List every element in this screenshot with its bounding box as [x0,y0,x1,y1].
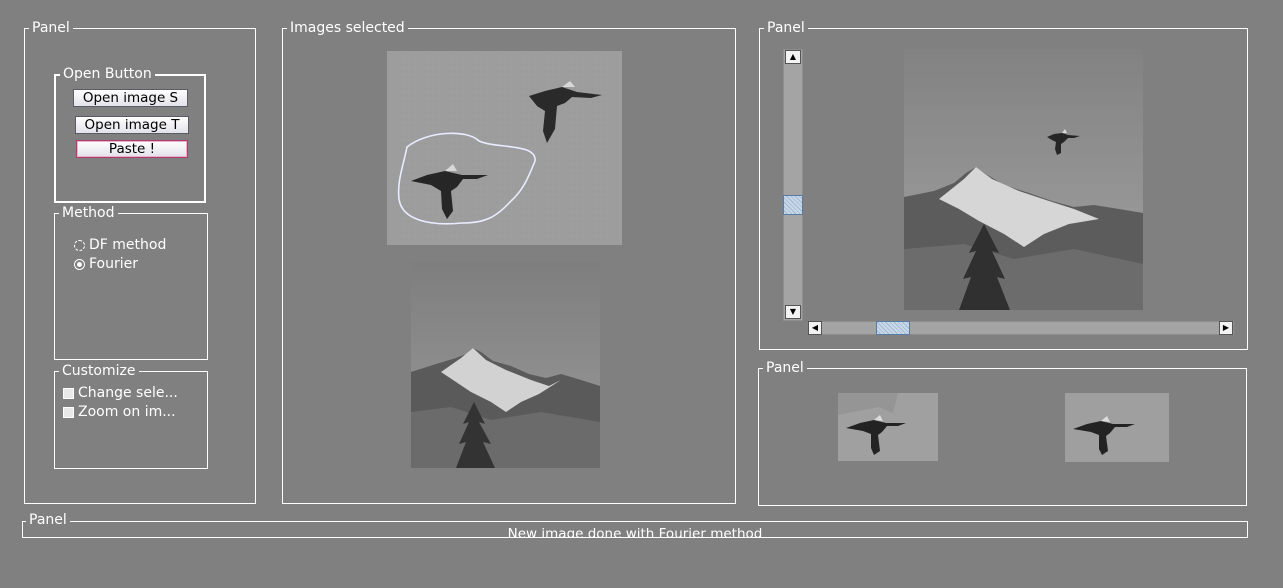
vertical-scroll-thumb[interactable] [783,195,803,215]
paste-button[interactable]: Paste ! [76,140,188,158]
checkbox-icon[interactable] [63,407,74,418]
open-button-group-title: Open Button [60,65,155,83]
result-image[interactable] [904,49,1143,310]
preview-panel: Panel ▲ ▼ ◀ ▶ [759,19,1248,350]
thumbnails-panel: Panel [758,359,1247,506]
left-arrow-icon: ◀ [811,323,819,332]
radio-df-method-label: DF method [89,237,167,253]
customize-group: Customize Change sele... Zoom on im... [54,362,208,469]
radio-fourier-label: Fourier [89,256,139,272]
images-selected-panel: Images selected [282,19,736,504]
mountain-image-svg [411,262,600,468]
status-panel: Panel New image done with Fourier method [22,521,1248,538]
goose-thumbnail-1[interactable] [838,393,938,461]
images-selected-title: Images selected [287,19,408,37]
up-arrow-icon: ▲ [789,52,797,61]
left-panel: Panel Open Button Open image S Open imag… [24,19,256,504]
radio-button-selected-icon[interactable] [74,259,85,270]
down-arrow-icon: ▼ [789,307,797,316]
geese-image-svg [387,51,622,245]
horizontal-scroll-thumb[interactable] [876,321,910,335]
thumbnails-panel-title: Panel [763,359,807,377]
result-image-svg [904,49,1143,310]
status-panel-legend-overlay: Panel [26,511,70,529]
source-image[interactable] [387,51,622,245]
target-image[interactable] [411,262,600,468]
preview-panel-title: Panel [764,19,808,37]
status-text: New image done with Fourier method [507,526,763,538]
open-button-group: Open Button Open image S Open image T Pa… [54,65,206,203]
open-image-s-button[interactable]: Open image S [73,89,188,107]
method-group-title: Method [59,204,118,222]
goose-thumbnail-2[interactable] [1065,393,1169,462]
open-image-t-button[interactable]: Open image T [75,116,189,134]
scroll-left-button[interactable]: ◀ [808,321,822,335]
right-arrow-icon: ▶ [1222,323,1230,332]
checkbox-icon[interactable] [63,388,74,399]
checkbox-zoom-label: Zoom on im... [78,404,176,420]
checkbox-change-selection-label: Change sele... [78,385,178,401]
horizontal-scrollbar[interactable] [808,321,1234,335]
scroll-right-button[interactable]: ▶ [1219,321,1233,335]
left-panel-title: Panel [29,19,73,37]
goose-thumbnail-svg [838,393,938,461]
vertical-scrollbar[interactable] [783,49,803,321]
scroll-up-button[interactable]: ▲ [785,50,801,64]
method-group: Method DF method Fourier [54,204,208,360]
goose-thumbnail-svg [1065,393,1169,462]
radio-button-icon[interactable] [74,240,85,251]
customize-group-title: Customize [59,362,139,380]
scroll-down-button[interactable]: ▼ [785,305,801,319]
